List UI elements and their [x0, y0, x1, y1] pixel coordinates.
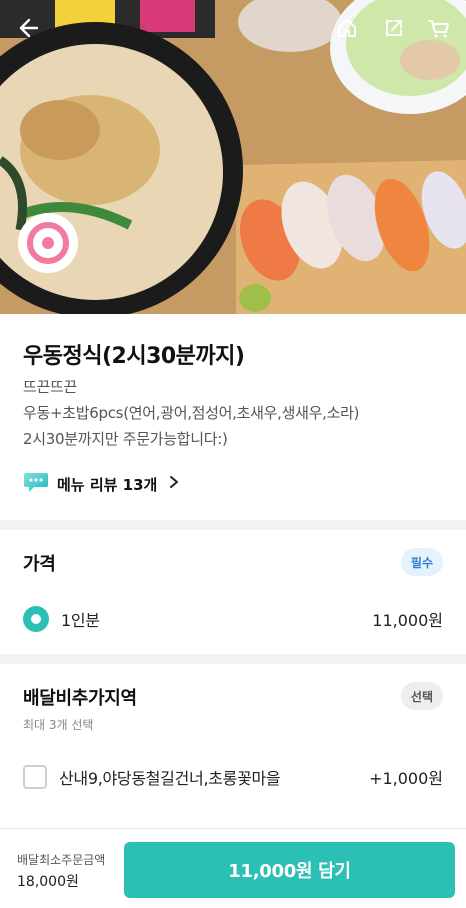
bottom-order-bar: 배달최소주문금액 18,000원 11,000원 담기: [0, 828, 466, 908]
price-option-row[interactable]: 1인분 11,000원: [23, 606, 443, 632]
menu-info: 우동정식(2시30분까지) 뜨끈뜨끈 우동+초밥6pcs(연어,광어,점성어,초…: [0, 314, 466, 520]
min-order-label: 배달최소주문금액: [17, 853, 106, 867]
share-icon[interactable]: [380, 14, 408, 42]
delivery-section-title: 배달비추가지역: [23, 688, 137, 709]
delivery-option-label: 산내9,야당동철길건너,초롱꽃마을: [59, 769, 281, 788]
menu-photo: [0, 0, 466, 314]
menu-description-line: 2시30분까지만 주문가능합니다:): [23, 430, 228, 448]
radio-selected-icon[interactable]: [23, 606, 49, 632]
food-illustration: [0, 0, 466, 314]
add-to-cart-button[interactable]: 11,000원 담기: [124, 842, 455, 898]
speech-bubble-icon: [23, 470, 49, 498]
back-arrow-icon[interactable]: [14, 14, 42, 42]
checkbox-unchecked-icon[interactable]: [23, 765, 47, 789]
section-divider: [0, 654, 466, 664]
price-section-title: 가격: [23, 554, 56, 575]
chevron-right-icon: [169, 475, 179, 493]
price-option-label: 1인분: [61, 611, 100, 630]
menu-description-line: 뜨끈뜨끈: [23, 378, 78, 396]
price-option-price: 11,000원: [372, 611, 443, 630]
menu-title: 우동정식(2시30분까지): [23, 344, 245, 369]
menu-review-link[interactable]: 메뉴 리뷰 13개: [23, 470, 179, 498]
price-section: 가격 필수 1인분 11,000원: [0, 530, 466, 654]
delivery-option-row[interactable]: 산내9,야당동철길건너,초롱꽃마을 +1,000원: [23, 764, 443, 790]
optional-badge: 선택: [400, 682, 443, 710]
menu-review-label: 메뉴 리뷰 13개: [57, 475, 158, 494]
menu-description-line: 우동+초밥6pcs(연어,광어,점성어,초새우,생새우,소라): [23, 404, 360, 422]
delivery-section-subtitle: 최대 3개 선택: [23, 718, 94, 732]
section-divider: [0, 520, 466, 530]
home-icon[interactable]: [333, 14, 361, 42]
required-badge: 필수: [400, 548, 443, 576]
delivery-section: 배달비추가지역 선택 최대 3개 선택 산내9,야당동철길건너,초롱꽃마을 +1…: [0, 664, 466, 828]
delivery-option-price: +1,000원: [369, 769, 443, 788]
min-order-value: 18,000원: [17, 874, 79, 890]
cart-icon[interactable]: [425, 14, 453, 42]
